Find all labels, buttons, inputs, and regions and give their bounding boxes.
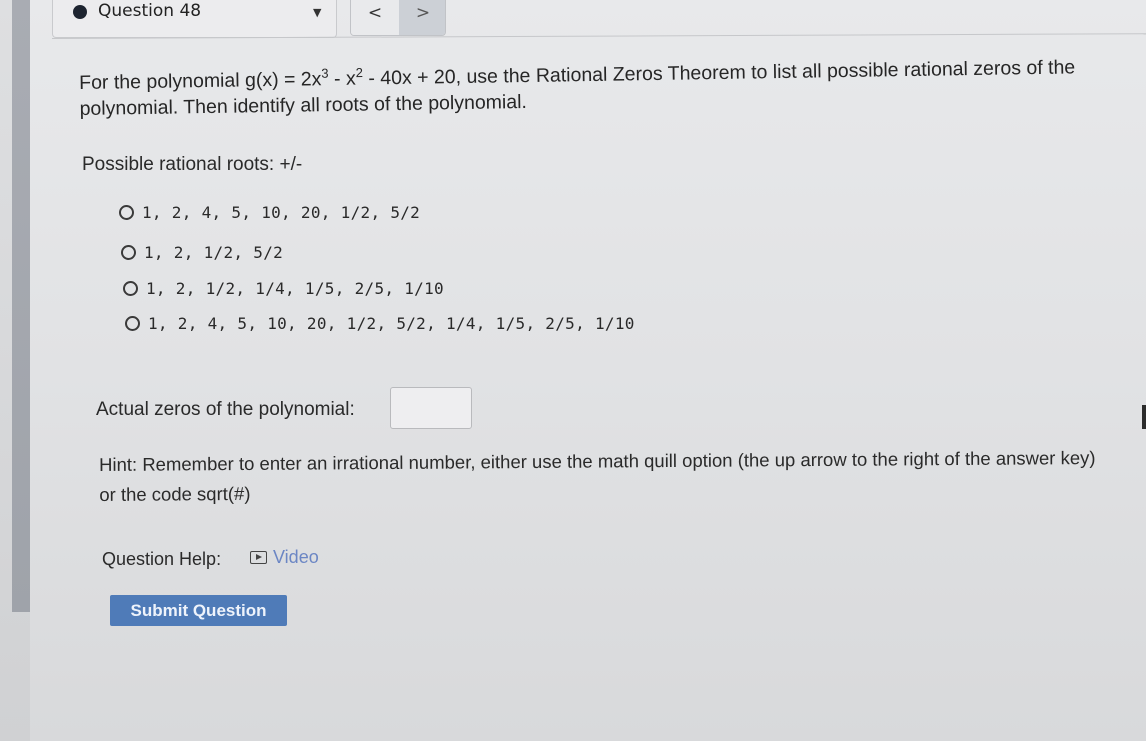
radio-button[interactable] xyxy=(121,245,136,260)
video-play-icon xyxy=(250,551,267,564)
possible-roots-label: Possible rational roots: +/- xyxy=(82,154,303,175)
option-label: 1, 2, 4, 5, 10, 20, 1/2, 5/2 xyxy=(142,203,421,222)
root-option-1[interactable]: 1, 2, 4, 5, 10, 20, 1/2, 5/2 xyxy=(119,203,420,222)
right-edge-marker xyxy=(1142,405,1146,429)
left-scroll-strip xyxy=(12,0,30,612)
option-label: 1, 2, 4, 5, 10, 20, 1/2, 5/2, 1/4, 1/5, … xyxy=(148,314,635,333)
radio-button[interactable] xyxy=(125,316,140,331)
dropdown-caret-icon: ▼ xyxy=(313,6,322,19)
submit-question-button[interactable]: Submit Question xyxy=(110,595,287,626)
question-selector[interactable]: Question 48 ▼ xyxy=(52,0,337,38)
root-option-4[interactable]: 1, 2, 4, 5, 10, 20, 1/2, 5/2, 1/4, 1/5, … xyxy=(125,314,635,333)
radio-button[interactable] xyxy=(119,205,134,220)
video-link-label: Video xyxy=(273,547,319,567)
root-option-3[interactable]: 1, 2, 1/2, 1/4, 1/5, 2/5, 1/10 xyxy=(123,279,444,298)
next-question-button[interactable]: > xyxy=(399,0,445,35)
question-status-dot xyxy=(73,5,87,19)
radio-button[interactable] xyxy=(123,281,138,296)
question-help-label: Question Help: xyxy=(102,549,222,569)
question-number-label: Question 48 xyxy=(98,1,202,21)
question-nav: < > xyxy=(350,0,446,36)
actual-zeros-input[interactable] xyxy=(390,387,472,429)
previous-question-button[interactable]: < xyxy=(351,0,399,35)
option-label: 1, 2, 1/2, 1/4, 1/5, 2/5, 1/10 xyxy=(146,279,444,298)
hint-text: Hint: Remember to enter an irrational nu… xyxy=(99,447,1096,505)
option-label: 1, 2, 1/2, 5/2 xyxy=(144,243,284,262)
root-option-2[interactable]: 1, 2, 1/2, 5/2 xyxy=(121,243,283,262)
video-help-link[interactable]: Video xyxy=(250,547,319,568)
actual-zeros-label: Actual zeros of the polynomial: xyxy=(96,399,355,420)
